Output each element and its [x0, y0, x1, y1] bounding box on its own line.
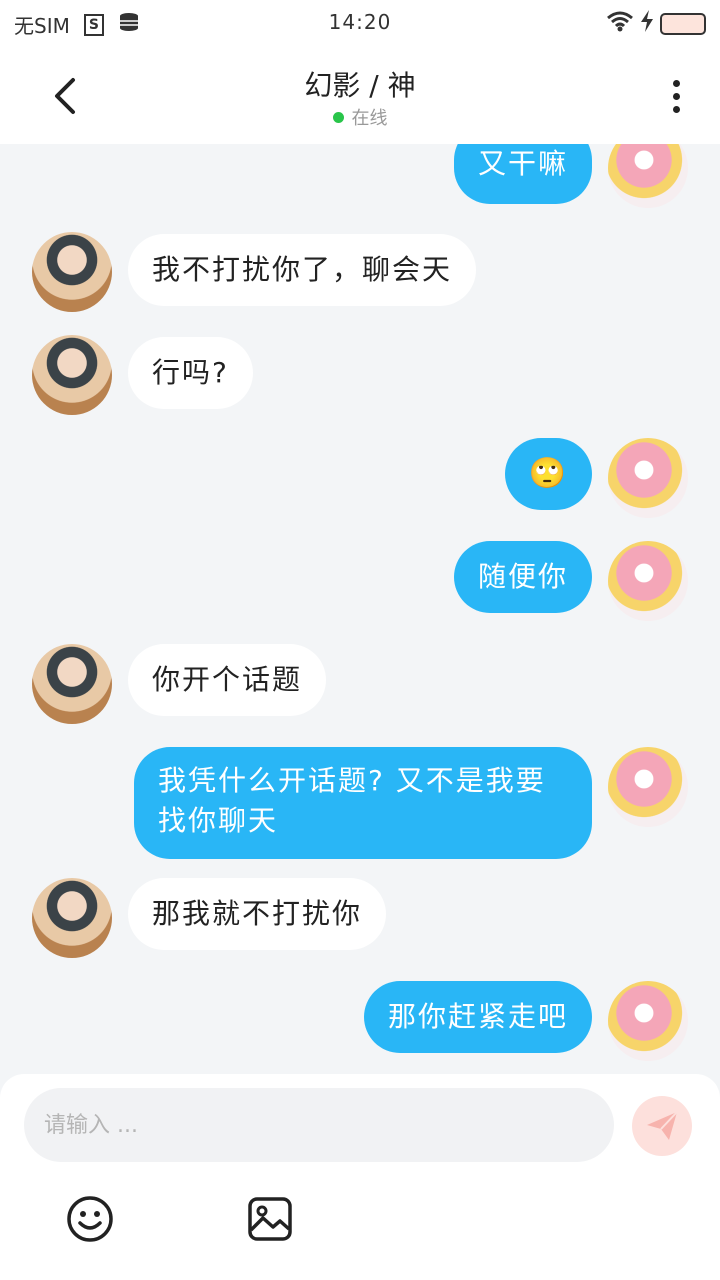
my-avatar[interactable] [608, 144, 688, 208]
composer-panel [0, 1074, 720, 1280]
presence-label: 在线 [351, 108, 388, 129]
battery-icon [660, 12, 706, 35]
presence-status: 在线 [0, 104, 720, 130]
message-bubble[interactable]: 随便你 [453, 541, 592, 613]
status-bar: 无SIM S 14:20 [0, 0, 720, 48]
message-bubble[interactable]: 🙄 [504, 438, 592, 510]
message-bubble[interactable]: 我不打扰你了，聊会天 [128, 234, 477, 306]
more-icon-dot [672, 79, 680, 87]
charging-icon [640, 10, 654, 37]
wifi-icon [606, 10, 634, 37]
contact-avatar[interactable] [32, 232, 112, 312]
message-bubble[interactable]: 那我就不打扰你 [128, 878, 387, 950]
my-avatar[interactable] [608, 747, 688, 827]
message-bubble[interactable]: 行吗? [128, 337, 253, 409]
contact-avatar[interactable] [32, 335, 112, 415]
image-button[interactable] [245, 1194, 295, 1244]
more-icon-dot [672, 92, 680, 100]
page-title: 幻影 / 神 [304, 69, 416, 102]
message-input[interactable] [24, 1088, 614, 1162]
chat-header: 幻影 / 神 在线 [0, 48, 720, 144]
send-icon [647, 1111, 678, 1140]
send-button[interactable] [632, 1096, 692, 1156]
my-avatar[interactable] [608, 438, 688, 518]
message-bubble[interactable]: 又干嘛 [453, 144, 592, 204]
my-avatar[interactable] [608, 541, 688, 621]
status-right [606, 10, 706, 37]
more-options-button[interactable] [656, 68, 696, 124]
more-icon-dot [672, 105, 680, 113]
contact-avatar[interactable] [32, 644, 112, 724]
emoji-button[interactable] [65, 1194, 115, 1244]
message-bubble[interactable]: 你开个话题 [128, 644, 327, 716]
message-bubble[interactable]: 我凭什么开话题? 又不是我要找你聊天 [134, 747, 592, 859]
emoji-icon [67, 1196, 113, 1242]
message-list[interactable]: 又干嘛 我不打扰你了，聊会天 行吗? 🙄 随便你 你开个话题 我凭什么开话题? … [0, 144, 720, 1074]
contact-avatar[interactable] [32, 878, 112, 958]
online-indicator-icon [332, 111, 344, 123]
message-bubble[interactable]: 那你赶紧走吧 [363, 981, 592, 1053]
image-icon [248, 1197, 292, 1241]
my-avatar[interactable] [608, 981, 688, 1061]
